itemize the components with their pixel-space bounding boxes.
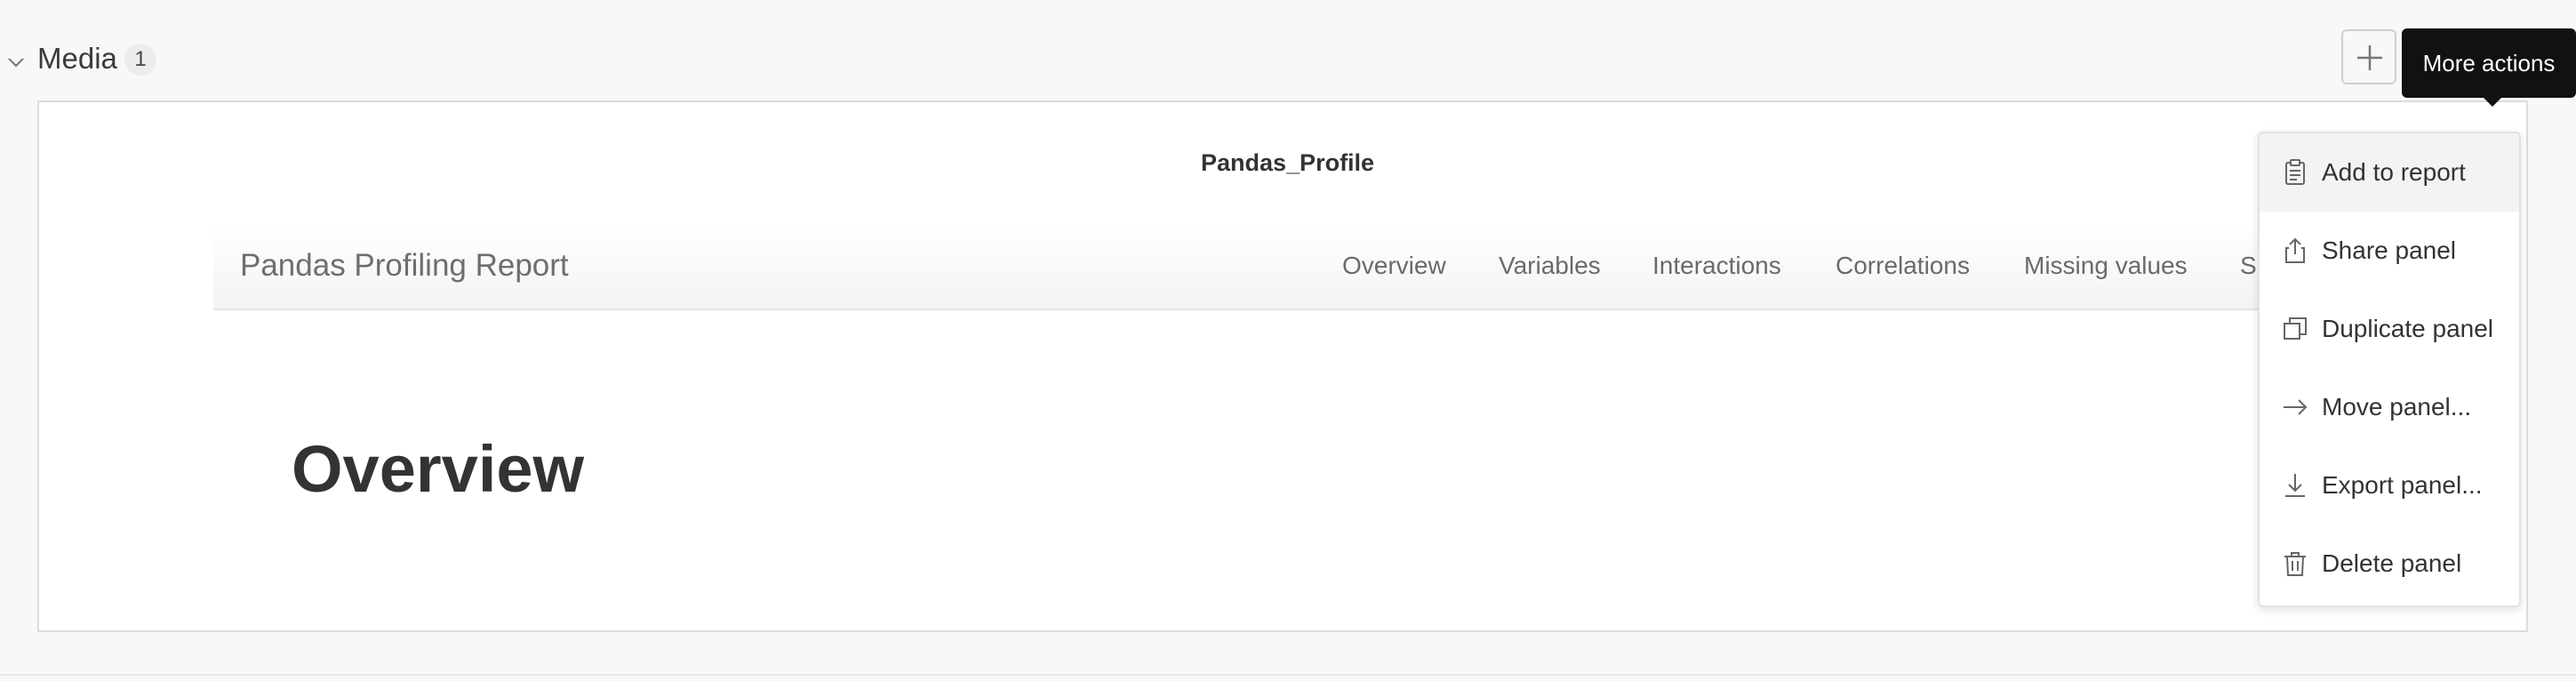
report-brand[interactable]: Pandas Profiling Report (240, 244, 569, 287)
more-actions-tooltip: More actions (2402, 28, 2576, 98)
nav-link-overview[interactable]: Overview (1342, 250, 1446, 282)
nav-link-truncated[interactable]: S (2240, 250, 2257, 282)
overview-heading: Overview (292, 432, 585, 506)
duplicate-icon (2284, 317, 2307, 340)
menu-item-move-panel[interactable]: Move panel... (2260, 368, 2519, 446)
menu-item-label: Export panel... (2322, 471, 2483, 499)
nav-link-interactions[interactable]: Interactions (1652, 250, 1781, 282)
menu-item-duplicate-panel[interactable]: Duplicate panel (2260, 290, 2519, 368)
section-divider (0, 674, 2576, 676)
menu-item-label: Share panel (2322, 236, 2457, 264)
menu-item-label: Add to report (2322, 158, 2466, 186)
clipboard-icon (2285, 159, 2305, 185)
add-panel-button[interactable] (2341, 29, 2396, 84)
share-icon (2285, 237, 2305, 263)
arrow-right-icon (2284, 399, 2308, 415)
plus-icon (2357, 45, 2382, 70)
nav-link-missing-values[interactable]: Missing values (2024, 250, 2188, 282)
trash-icon (2284, 552, 2306, 576)
nav-link-variables[interactable]: Variables (1499, 250, 1601, 282)
panel-title: Pandas_Profile (1201, 149, 1375, 176)
menu-item-label: Move panel... (2322, 393, 2472, 421)
media-panel (37, 100, 2528, 632)
tooltip-arrow (2482, 96, 2503, 107)
more-actions-menu: Add to report Share panel Duplicate pane… (2258, 132, 2521, 607)
count-badge: 1 (124, 44, 156, 76)
section-title[interactable]: Media (37, 39, 117, 78)
menu-item-label: Delete panel (2322, 549, 2462, 577)
menu-item-delete-panel[interactable]: Delete panel (2260, 525, 2519, 603)
download-icon (2285, 474, 2305, 497)
chevron-down-icon[interactable] (5, 52, 27, 73)
menu-item-share-panel[interactable]: Share panel (2260, 212, 2519, 290)
menu-item-export-panel[interactable]: Export panel... (2260, 446, 2519, 525)
nav-link-correlations[interactable]: Correlations (1836, 250, 1970, 282)
menu-item-add-to-report[interactable]: Add to report (2260, 133, 2519, 212)
menu-item-label: Duplicate panel (2322, 315, 2494, 342)
